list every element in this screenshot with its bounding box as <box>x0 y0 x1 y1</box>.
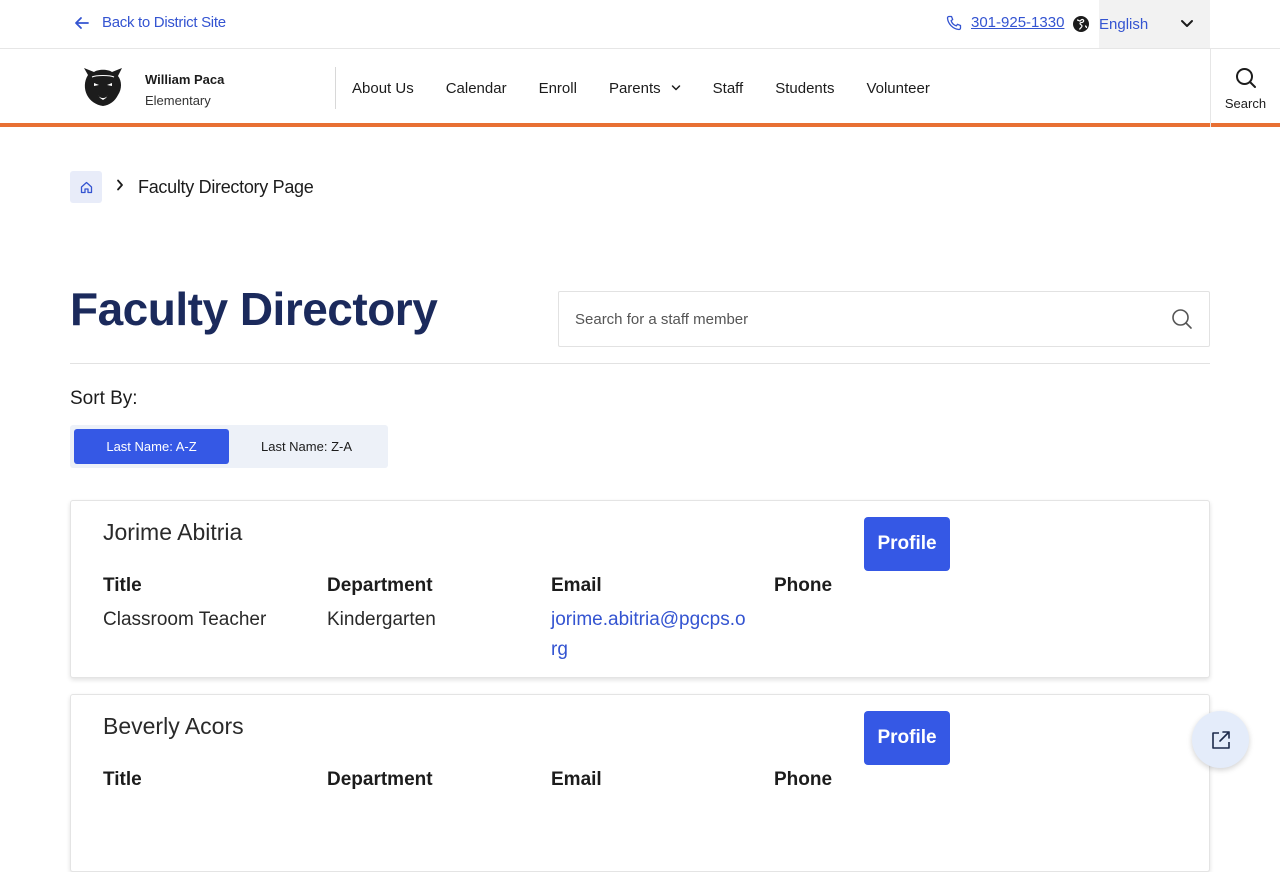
nav-item-parents[interactable]: Parents <box>609 80 681 97</box>
staff-card: Beverly Acors Profile Title Department E… <box>70 694 1210 872</box>
department-column: Department <box>327 769 537 791</box>
staff-title: Classroom Teacher <box>103 609 267 630</box>
nav-divider <box>335 67 336 109</box>
search-label: Search <box>1224 95 1267 111</box>
breadcrumb-home[interactable] <box>70 171 102 203</box>
department-header: Department <box>327 575 433 596</box>
chevron-right-icon <box>117 179 123 191</box>
sort-az-button[interactable]: Last Name: A-Z <box>74 429 229 464</box>
profile-button[interactable]: Profile <box>864 711 950 765</box>
department-column: Department Kindergarten <box>327 575 537 635</box>
phone-icon <box>946 15 962 30</box>
profile-button[interactable]: Profile <box>864 517 950 571</box>
staff-search-input[interactable] <box>575 292 1155 346</box>
breadcrumb-separator <box>116 178 124 196</box>
staff-email-link[interactable]: jorime.abitria@pgcps.org <box>551 605 751 665</box>
staff-department: Kindergarten <box>327 609 436 630</box>
search-icon <box>1235 67 1256 88</box>
email-header: Email <box>551 769 602 790</box>
nav-item-staff[interactable]: Staff <box>713 80 744 97</box>
title-column: Title Classroom Teacher <box>103 575 313 635</box>
phone-number: 301-925-1330 <box>971 14 1065 31</box>
school-name[interactable]: William Paca Elementary <box>145 69 224 111</box>
school-logo[interactable] <box>80 65 126 109</box>
title-column: Title <box>103 769 313 791</box>
phone-header: Phone <box>774 575 833 596</box>
header-search-button[interactable]: Search <box>1210 49 1280 127</box>
search-icon[interactable] <box>1171 308 1193 330</box>
staff-search <box>558 291 1210 347</box>
nav-item-students[interactable]: Students <box>775 80 834 97</box>
nav-item-enroll[interactable]: Enroll <box>539 80 577 97</box>
home-icon <box>80 181 92 193</box>
nav-item-calendar[interactable]: Calendar <box>446 80 507 97</box>
back-link-label: Back to District Site <box>102 14 226 31</box>
nav-item-volunteer[interactable]: Volunteer <box>866 80 929 97</box>
sort-toggle-group: Last Name: A-Z Last Name: Z-A <box>70 425 388 468</box>
main-header: William Paca Elementary About Us Calenda… <box>0 49 1280 127</box>
share-icon <box>1211 730 1230 749</box>
email-header: Email <box>551 575 602 596</box>
back-to-district-link[interactable]: Back to District Site <box>74 14 226 31</box>
language-label: English <box>1099 15 1149 33</box>
page-title: Faculty Directory <box>70 283 438 335</box>
phone-link[interactable]: 301-925-1330 <box>946 14 1064 31</box>
department-header: Department <box>327 769 433 790</box>
nav-item-label: Students <box>775 79 835 97</box>
title-header: Title <box>103 769 142 790</box>
arrow-left-icon <box>75 16 89 29</box>
breadcrumb: Faculty Directory Page <box>70 171 314 203</box>
share-button[interactable] <box>1192 711 1249 768</box>
nav-item-label: Calendar <box>445 79 507 97</box>
email-column: Email jorime.abitria@pgcps.org <box>551 575 751 665</box>
phone-header: Phone <box>774 769 833 790</box>
main-nav: About Us Calendar Enroll Parents Staff S… <box>352 49 962 127</box>
school-name-line1: William Paca <box>145 72 225 87</box>
breadcrumb-current: Faculty Directory Page <box>138 176 314 197</box>
nav-item-label: Volunteer <box>866 79 930 97</box>
phone-column: Phone <box>774 769 984 791</box>
nav-item-label: Parents <box>608 79 661 97</box>
title-header: Title <box>103 575 142 596</box>
chevron-down-icon <box>671 85 680 91</box>
nav-item-label: Staff <box>712 79 744 97</box>
email-column: Email <box>551 769 751 791</box>
utility-bar: Back to District Site 301-925-1330 Engli… <box>0 0 1280 49</box>
school-name-line2: Elementary <box>145 93 211 108</box>
sort-label: Sort By: <box>70 388 138 409</box>
staff-name: Beverly Acors <box>103 713 244 739</box>
phone-column: Phone <box>774 575 984 605</box>
sort-za-button[interactable]: Last Name: Z-A <box>229 429 384 464</box>
nav-item-label: Enroll <box>538 79 577 97</box>
nav-item-label: About Us <box>352 79 414 97</box>
staff-card: Jorime Abitria Profile Title Classroom T… <box>70 500 1210 678</box>
staff-name: Jorime Abitria <box>103 519 243 545</box>
globe-icon <box>1073 16 1089 32</box>
nav-item-about-us[interactable]: About Us <box>352 80 414 97</box>
chevron-down-icon <box>1181 20 1193 27</box>
language-select[interactable]: English <box>1099 0 1210 48</box>
divider <box>70 363 1210 364</box>
